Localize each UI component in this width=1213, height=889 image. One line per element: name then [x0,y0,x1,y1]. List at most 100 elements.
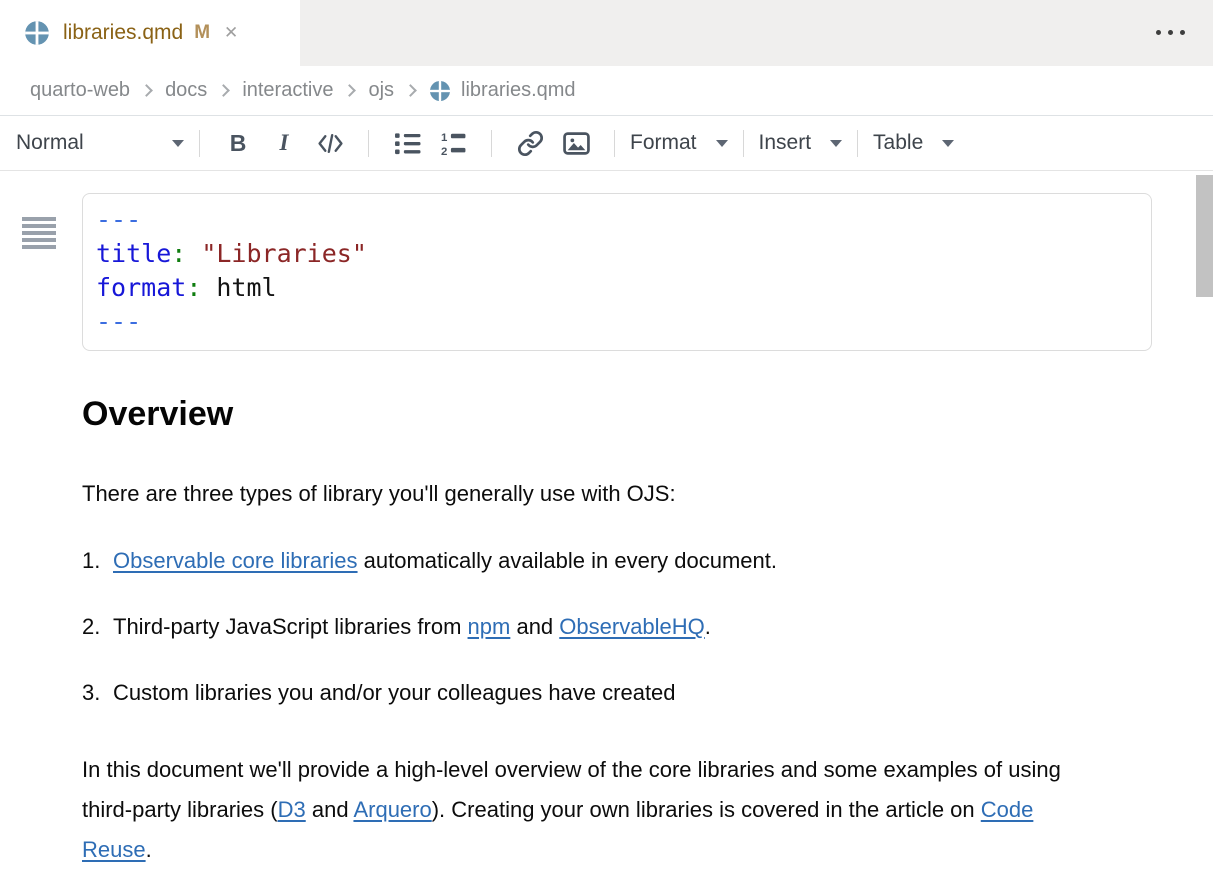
breadcrumb-item-interactive[interactable]: interactive [242,79,333,102]
ellipsis-icon [1156,30,1161,35]
format-menu-label: Format [630,131,697,155]
block-drag-handle-button[interactable] [22,217,56,249]
code-icon [317,130,344,157]
text-link-npm[interactable]: npm [468,614,511,639]
list-item-segment: Third-party JavaScript libraries from [113,614,468,639]
bold-button[interactable]: B [215,123,261,163]
svg-text:1: 1 [441,131,448,143]
numbered-list-icon: 1 2 [440,130,467,157]
toolbar-separator [491,130,492,157]
image-button[interactable] [553,123,599,163]
more-actions-button[interactable] [1156,30,1185,35]
yaml-value: "Libraries" [201,239,367,268]
yaml-colon: : [171,239,186,268]
italic-icon: I [280,130,289,156]
ellipsis-icon [1168,30,1173,35]
tab-bar: libraries.qmd M ✕ [0,0,1213,66]
text-link-observablehq[interactable]: ObservableHQ [559,614,705,639]
table-menu-label: Table [873,131,923,155]
insert-menu-label: Insert [759,131,812,155]
image-icon [563,130,590,157]
link-icon [517,130,544,157]
list-item-segment: . [705,614,711,639]
chevron-down-icon [830,140,842,147]
yaml-line: title: "Libraries" [96,237,1135,271]
editor-canvas[interactable]: --- title:"Libraries" format:html --- Ov… [0,193,1213,889]
list-item-text: Third-party JavaScript libraries from np… [113,614,1152,640]
ellipsis-icon [1180,30,1185,35]
yaml-delimiter: --- [96,205,141,234]
text-link-observable-core-libraries[interactable]: Observable core libraries [113,548,358,573]
breadcrumb-item-file[interactable]: libraries.qmd [429,79,575,102]
yaml-key: format [96,273,186,302]
toolbar-separator [743,130,744,157]
list-item-segment: automatically available in every documen… [358,548,777,573]
insert-menu-button[interactable]: Insert [759,131,843,155]
toolbar-separator [857,130,858,157]
list-item-number: 2. [82,614,113,640]
chevron-down-icon [716,140,728,147]
modified-badge: M [194,22,210,44]
list-item-text: Custom libraries you and/or your colleag… [113,680,1152,706]
breadcrumb-item-ojs[interactable]: ojs [368,79,394,102]
toolbar-separator [368,130,369,157]
yaml-colon: : [186,273,201,302]
quarto-logo-icon [429,80,451,102]
list-item-segment: Custom libraries you and/or your colleag… [113,680,676,705]
svg-text:2: 2 [441,145,447,156]
list-item: 1. Observable core libraries automatical… [82,548,1152,574]
toolbar-separator [614,130,615,157]
style-select-label: Normal [16,131,84,155]
tab-close-button[interactable]: ✕ [224,23,238,43]
chevron-down-icon [942,140,954,147]
bullet-list-icon [394,130,421,157]
yaml-value: html [216,273,276,302]
tab-title: libraries.qmd [63,21,183,45]
chevron-right-icon [404,84,417,97]
list-item: 3. Custom libraries you and/or your coll… [82,680,1152,706]
bold-icon: B [230,130,247,157]
text-link-arquero[interactable]: Arquero [353,797,431,822]
breadcrumb-item-docs[interactable]: docs [165,79,207,102]
italic-button[interactable]: I [261,123,307,163]
yaml-line: --- [96,305,1135,339]
document-body: --- title:"Libraries" format:html --- Ov… [82,193,1152,870]
code-button[interactable] [307,123,353,163]
quarto-logo-icon [24,20,50,46]
breadcrumb: quarto-web docs interactive ojs librarie… [0,66,1213,116]
formatting-toolbar: Normal B I [0,116,1213,171]
breadcrumb-file-label: libraries.qmd [461,79,575,102]
list-item-segment: and [510,614,559,639]
yaml-key: title [96,239,171,268]
paragraph-segment: and [306,797,354,822]
format-menu-button[interactable]: Format [630,131,728,155]
page-title: Overview [82,393,1152,435]
link-button[interactable] [507,123,553,163]
bullet-list-button[interactable] [384,123,430,163]
chevron-right-icon [140,84,153,97]
intro-paragraph: There are three types of library you'll … [82,481,1152,507]
chevron-right-icon [217,84,230,97]
text-link-d3[interactable]: D3 [278,797,306,822]
vertical-scrollbar-thumb[interactable] [1196,175,1213,297]
yaml-delimiter: --- [96,307,141,336]
chevron-right-icon [344,84,357,97]
paragraph-segment: ). Creating your own libraries is covere… [432,797,981,822]
yaml-code-block[interactable]: --- title:"Libraries" format:html --- [82,193,1152,351]
numbered-list-button[interactable]: 1 2 [430,123,476,163]
tab-libraries-qmd[interactable]: libraries.qmd M ✕ [0,0,300,66]
chevron-down-icon [172,140,184,147]
yaml-line: --- [96,203,1135,237]
list-item-number: 1. [82,548,113,574]
breadcrumb-item-quarto-web[interactable]: quarto-web [30,79,130,102]
paragraph-style-select[interactable]: Normal [16,131,184,155]
paragraph-segment: . [146,837,152,862]
toolbar-separator [199,130,200,157]
yaml-line: format: html [96,271,1135,305]
list-item-text: Observable core libraries automatically … [113,548,1152,574]
list-item-number: 3. [82,680,113,706]
ordered-list: 1. Observable core libraries automatical… [82,548,1152,706]
list-item: 2. Third-party JavaScript libraries from… [82,614,1152,640]
closing-paragraph: In this document we'll provide a high-le… [82,750,1092,870]
table-menu-button[interactable]: Table [873,131,954,155]
